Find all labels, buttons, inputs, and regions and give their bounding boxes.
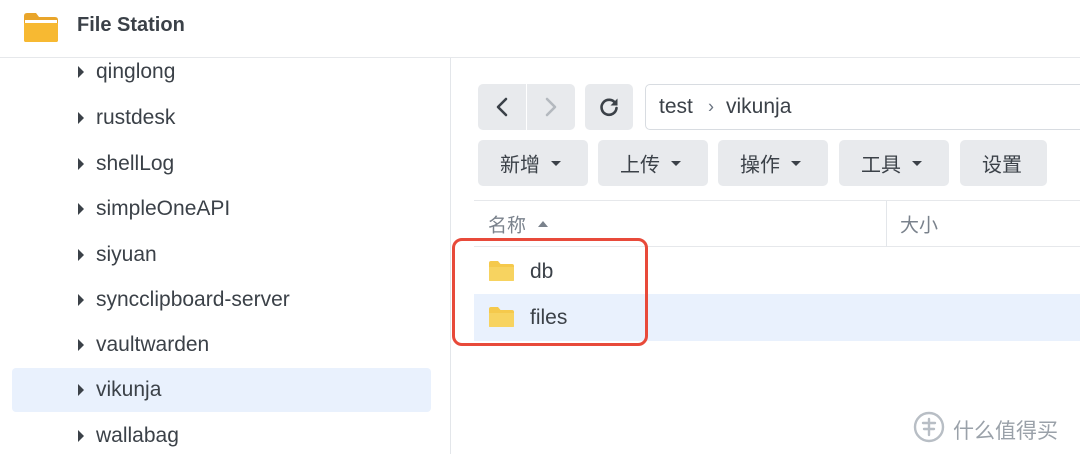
- create-label: 新增: [500, 152, 540, 177]
- sidebar-item-qinglong[interactable]: qinglong: [12, 58, 431, 94]
- sidebar-item-vaultwarden[interactable]: vaultwarden: [12, 323, 431, 367]
- sidebar-item-shelllog[interactable]: shellLog: [12, 142, 431, 186]
- sidebar-item-label: qinglong: [96, 60, 176, 83]
- caret-right-icon[interactable]: [78, 203, 84, 215]
- settings-label: 设置: [982, 152, 1022, 177]
- back-button[interactable]: [478, 84, 526, 130]
- upload-button[interactable]: 上传: [598, 140, 708, 186]
- sidebar-item-label: rustdesk: [96, 106, 176, 129]
- sidebar-item-rustdesk[interactable]: rustdesk: [12, 96, 431, 140]
- sidebar-item-wallabag[interactable]: wallabag: [12, 414, 431, 454]
- caret-right-icon[interactable]: [78, 249, 84, 261]
- create-button[interactable]: 新增: [478, 140, 588, 186]
- tools-label: 工具: [861, 152, 901, 177]
- action-label: 操作: [740, 152, 780, 177]
- chevron-right-icon: [545, 97, 557, 117]
- dropdown-arrow-icon: [791, 161, 801, 166]
- sidebar-item-label: wallabag: [96, 424, 179, 447]
- dropdown-arrow-icon: [551, 161, 561, 166]
- chevron-left-icon: [496, 97, 508, 117]
- sidebar: qinglong rustdesk shellLog simpleOneAPI …: [0, 58, 451, 454]
- caret-right-icon[interactable]: [78, 430, 84, 442]
- caret-right-icon[interactable]: [78, 339, 84, 351]
- breadcrumb-separator: ›: [708, 96, 714, 117]
- forward-button[interactable]: [527, 84, 575, 130]
- breadcrumb-vikunja[interactable]: vikunja: [726, 95, 791, 119]
- refresh-button[interactable]: [585, 84, 633, 130]
- caret-right-icon[interactable]: [78, 384, 84, 396]
- caret-right-icon[interactable]: [78, 294, 84, 306]
- sidebar-item-label: shellLog: [96, 152, 175, 175]
- annotation-highlight-box: [452, 238, 648, 346]
- sidebar-item-simpleoneapi[interactable]: simpleOneAPI: [12, 187, 431, 231]
- watermark: 什么值得买: [913, 409, 1073, 447]
- sidebar-item-syncclipboard-server[interactable]: syncclipboard-server: [12, 278, 431, 322]
- app-title: File Station: [77, 14, 185, 36]
- watermark-logo-icon: [913, 411, 945, 443]
- sidebar-item-label: syncclipboard-server: [96, 288, 290, 311]
- path-bar[interactable]: test › vikunja: [645, 84, 1080, 130]
- sidebar-item-label: simpleOneAPI: [96, 197, 231, 220]
- action-button[interactable]: 操作: [718, 140, 828, 186]
- column-header-size[interactable]: 大小: [900, 210, 938, 237]
- column-divider[interactable]: [886, 201, 887, 247]
- caret-right-icon[interactable]: [78, 66, 84, 78]
- main-panel: test › vikunja 新增 上传 操作 工具 设置 名称 大小 db f…: [452, 58, 1080, 454]
- settings-button[interactable]: 设置: [960, 140, 1047, 186]
- watermark-text: 什么值得买: [953, 419, 1058, 443]
- caret-right-icon[interactable]: [78, 112, 84, 124]
- folder-app-icon: [24, 13, 58, 42]
- caret-right-icon[interactable]: [78, 158, 84, 170]
- dropdown-arrow-icon: [671, 161, 681, 166]
- sidebar-item-siyuan[interactable]: siyuan: [12, 233, 431, 277]
- sidebar-item-label: vikunja: [96, 378, 162, 401]
- column-header-name[interactable]: 名称: [488, 210, 526, 237]
- dropdown-arrow-icon: [912, 161, 922, 166]
- breadcrumb-test[interactable]: test: [659, 95, 693, 119]
- sidebar-item-label: vaultwarden: [96, 333, 210, 356]
- tools-button[interactable]: 工具: [839, 140, 949, 186]
- refresh-icon: [600, 98, 618, 117]
- sort-ascending-icon: [538, 220, 548, 227]
- upload-label: 上传: [620, 152, 660, 177]
- sidebar-item-label: siyuan: [96, 243, 157, 266]
- sidebar-item-vikunja[interactable]: vikunja: [12, 368, 431, 412]
- title-bar: File Station: [0, 0, 1080, 58]
